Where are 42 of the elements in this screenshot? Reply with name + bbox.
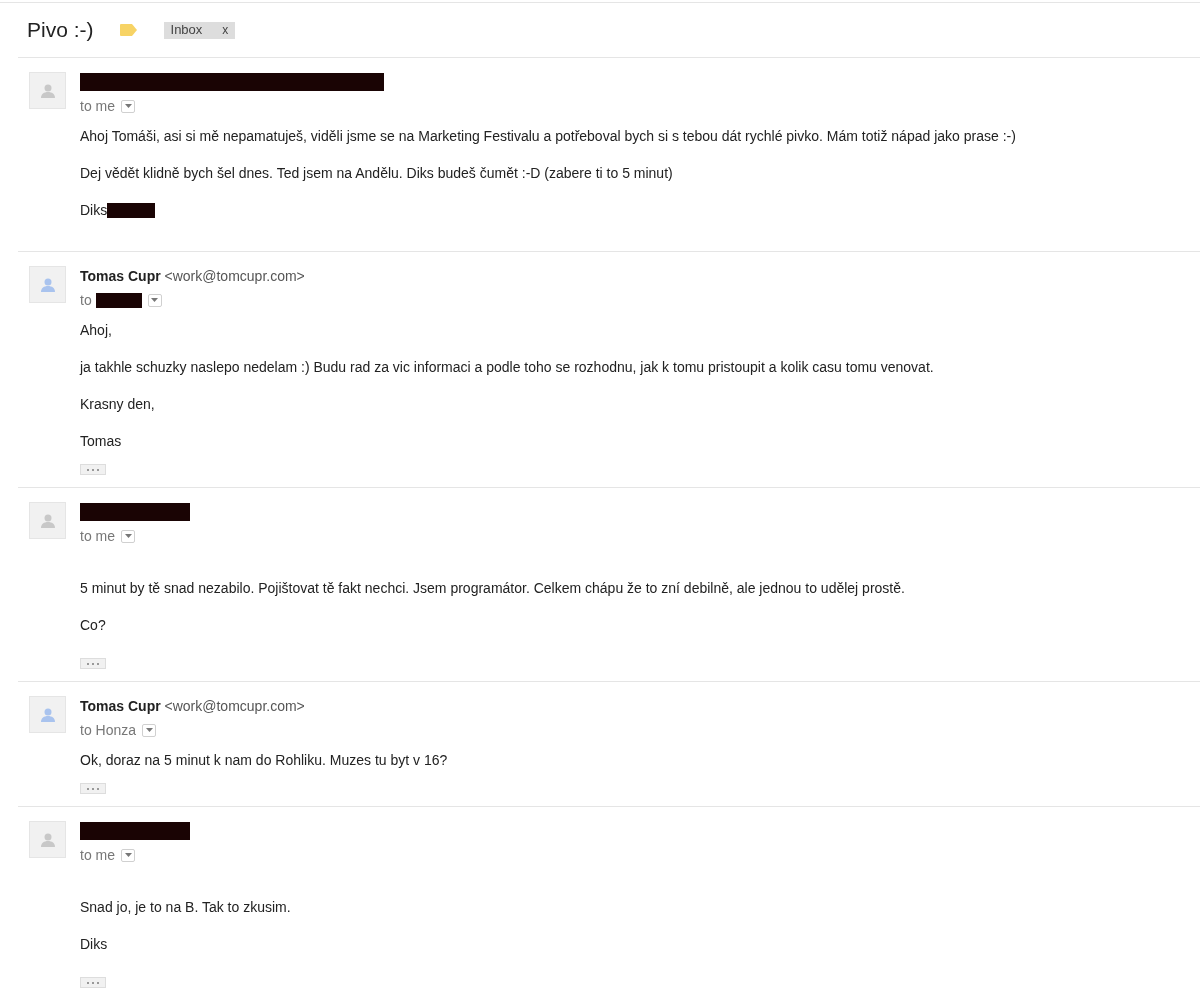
message-paragraph: Ahoj, [80, 321, 112, 340]
recipient-label: to Honza [80, 720, 137, 740]
caret-icon [124, 534, 132, 538]
sender-email: <work@tomcupr.com> [164, 267, 305, 284]
caret-icon [124, 853, 132, 857]
ellipsis-icon [87, 662, 99, 665]
show-trimmed-content-button[interactable] [80, 783, 106, 794]
message-paragraph: 5 minut by tě snad nezabilo. Pojištovat tě fakt nechci. Jsem programátor. Celkem chápu že to zní debilně, ale jednou to udělej prostě. [80, 579, 905, 598]
details-dropdown-button[interactable] [142, 723, 157, 737]
message-paragraph: Diks [80, 201, 108, 220]
caret-icon [145, 728, 153, 732]
show-trimmed-content-button[interactable] [80, 464, 106, 475]
show-trimmed-content-button[interactable] [80, 977, 106, 988]
remove-label-button[interactable]: x [222, 24, 229, 36]
ellipsis-icon [87, 981, 99, 984]
message-paragraph: Ok, doraz na 5 minut k nam do Rohliku. Muzes tu byt v 16? [80, 751, 448, 770]
details-dropdown-button[interactable] [121, 99, 135, 113]
recipient-label: to [80, 290, 92, 310]
sender-name: Tomas Cupr [80, 697, 161, 714]
thread-subject: Pivo :-) [27, 17, 94, 44]
label-text: Inbox [170, 21, 203, 40]
sender-email: <work@tomcupr.com> [164, 697, 305, 714]
show-trimmed-content-button[interactable] [80, 658, 106, 669]
message-paragraph: Ahoj Tomáši, asi si mě nepamatuješ, viděli jsme se na Marketing Festivalu a potřeboval bych si s tebou dát rychlé pivko. Mám totiž nápad jako prase :-) [80, 127, 1016, 146]
message-paragraph: Co? [80, 616, 106, 635]
message-paragraph: Krasny den, [80, 395, 155, 414]
recipient-label: to me [80, 845, 115, 865]
message-paragraph: Dej vědět klidně bych šel dnes. Ted jsem na Andělu. Diks budeš čumět :-D (zabere ti to 5 minut) [80, 164, 673, 183]
details-dropdown-button[interactable] [121, 848, 135, 862]
message-paragraph: ja takhle schuzky naslepo nedelam :) Budu rad za vic informaci a podle toho se rozhodnu, jak k tomu pristoupit a kolik casu tomu venovat. [80, 358, 934, 377]
message-paragraph: Diks [80, 935, 108, 954]
message-paragraph: Tomas [80, 432, 122, 451]
caret-icon [124, 104, 132, 108]
ellipsis-icon [87, 468, 99, 471]
message-paragraph: Snad jo, je to na B. Tak to zkusim. [80, 898, 291, 917]
caret-icon [151, 298, 159, 302]
recipient-label: to me [80, 526, 115, 546]
sender-name: Tomas Cupr [80, 267, 161, 284]
details-dropdown-button[interactable] [147, 293, 162, 307]
recipient-label: to me [80, 96, 115, 116]
ellipsis-icon [87, 787, 99, 790]
details-dropdown-button[interactable] [121, 529, 135, 543]
